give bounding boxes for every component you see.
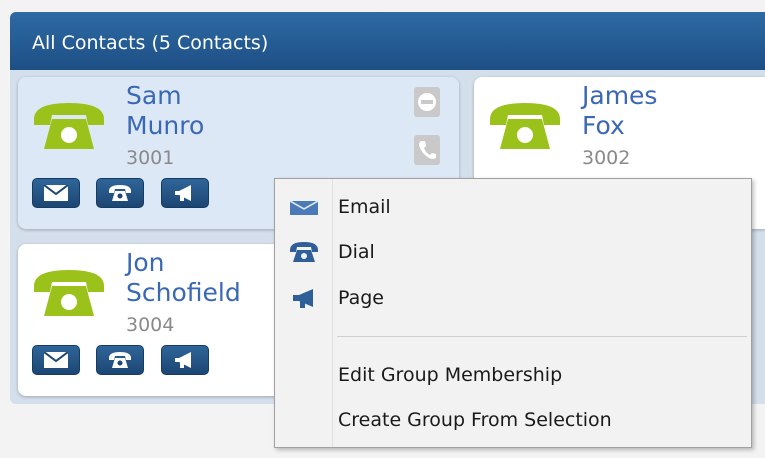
menu-item-label: Email bbox=[338, 196, 391, 218]
menu-separator bbox=[337, 336, 747, 337]
contact-name-first: Sam bbox=[126, 81, 182, 110]
telephone-icon bbox=[109, 352, 131, 368]
menu-item-label: Edit Group Membership bbox=[338, 364, 563, 386]
phone-icon bbox=[34, 103, 104, 149]
menu-item-create-group-from-selection[interactable]: Create Group From Selection bbox=[275, 400, 751, 440]
menu-item-email[interactable]: Email bbox=[275, 187, 751, 227]
contact-name-first: James bbox=[582, 81, 658, 110]
phone-icon bbox=[34, 270, 104, 316]
dial-button[interactable] bbox=[96, 178, 144, 208]
call-forward-button[interactable] bbox=[414, 135, 440, 165]
envelope-icon bbox=[44, 185, 68, 201]
menu-item-page[interactable]: Page bbox=[275, 278, 751, 318]
email-button[interactable] bbox=[32, 178, 80, 208]
menu-item-label: Create Group From Selection bbox=[338, 409, 612, 431]
contact-name-last: Schofield bbox=[126, 278, 241, 307]
contact-name-last: Fox bbox=[582, 111, 625, 140]
contact-card-jon-schofield[interactable]: Jon Schofield 3004 bbox=[18, 244, 308, 396]
megaphone-icon bbox=[175, 352, 191, 368]
panel-title: All Contacts (5 Contacts) bbox=[10, 12, 765, 70]
menu-item-label: Page bbox=[338, 287, 384, 309]
context-menu: Email Dial Page Edit Group Membership Cr… bbox=[274, 178, 752, 448]
dnd-status-button[interactable] bbox=[414, 87, 440, 117]
telephone-icon bbox=[290, 242, 318, 262]
contact-name-last: Munro bbox=[126, 111, 205, 140]
dial-button[interactable] bbox=[96, 345, 144, 375]
megaphone-icon bbox=[293, 289, 313, 308]
email-button[interactable] bbox=[32, 345, 80, 375]
menu-item-label: Dial bbox=[338, 241, 375, 263]
envelope-icon bbox=[289, 200, 319, 215]
menu-item-dial[interactable]: Dial bbox=[275, 232, 751, 272]
page-button[interactable] bbox=[161, 345, 209, 375]
menu-item-edit-group-membership[interactable]: Edit Group Membership bbox=[275, 355, 751, 395]
telephone-icon bbox=[109, 185, 131, 201]
contact-extension: 3004 bbox=[126, 314, 175, 336]
envelope-icon bbox=[44, 352, 68, 368]
page-button[interactable] bbox=[161, 178, 209, 208]
phone-icon bbox=[490, 103, 560, 149]
do-not-disturb-icon bbox=[418, 93, 436, 111]
megaphone-icon bbox=[175, 185, 191, 201]
handset-icon bbox=[419, 141, 436, 159]
contact-extension: 3001 bbox=[126, 147, 175, 169]
contact-name-first: Jon bbox=[126, 248, 165, 277]
contact-extension: 3002 bbox=[582, 147, 631, 169]
